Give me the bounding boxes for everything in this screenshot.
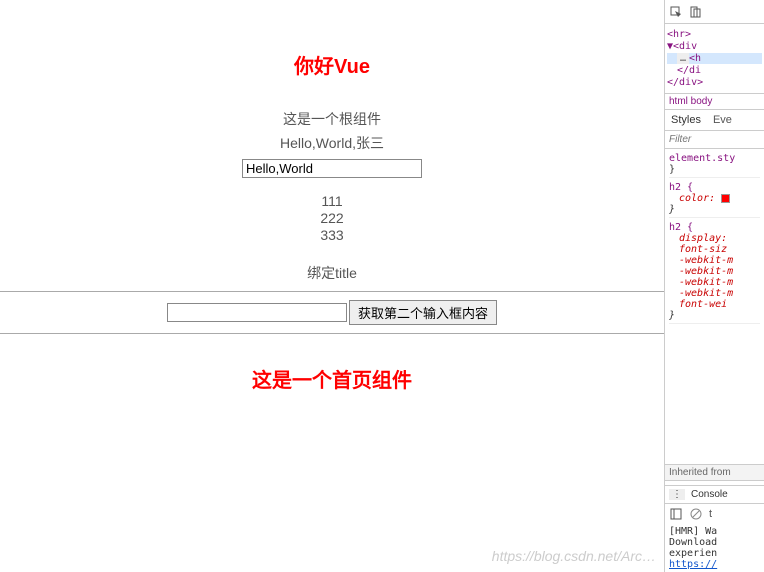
styles-tabs: StylesEve <box>665 109 764 130</box>
console-log: [HMR] WaDownloadexperienhttps:// <box>665 524 764 572</box>
console-drawer-bar[interactable]: ⋮ Console <box>665 485 764 503</box>
main-viewport: 你好Vue 这是一个根组件 Hello,World,张三 111222333 绑… <box>0 0 664 572</box>
elements-tree[interactable]: <hr>▼<div…<h</di</div> <box>665 24 764 93</box>
list-item: 111 <box>0 193 664 209</box>
elements-breadcrumb[interactable]: html body <box>665 93 764 109</box>
first-input[interactable] <box>242 159 422 178</box>
context-label[interactable]: t <box>709 508 712 520</box>
bind-title-text: 绑定title <box>0 263 664 283</box>
device-icon[interactable] <box>689 5 703 19</box>
devtools-toolbar <box>665 0 764 24</box>
get-second-input-button[interactable]: 获取第二个输入框内容 <box>349 300 497 325</box>
console-sidebar-icon[interactable] <box>669 507 683 521</box>
styles-pane[interactable]: element.sty}h2 {color: }h2 {display: fon… <box>665 149 764 464</box>
divider-1 <box>0 291 664 292</box>
second-input-row: 获取第二个输入框内容 <box>0 300 664 325</box>
watermark-text: https://blog.csdn.net/Arc… <box>492 548 656 564</box>
root-component-label: 这是一个根组件 <box>0 109 664 129</box>
styles-tab[interactable]: Styles <box>665 110 707 130</box>
clear-console-icon[interactable] <box>689 507 703 521</box>
home-component-heading: 这是一个首页组件 <box>0 364 664 393</box>
page-heading: 你好Vue <box>0 50 664 79</box>
kebab-icon[interactable]: ⋮ <box>669 489 685 500</box>
second-input[interactable] <box>167 303 347 322</box>
list-item: 222 <box>0 210 664 226</box>
inspect-icon[interactable] <box>669 5 683 19</box>
list-item: 333 <box>0 227 664 243</box>
inherited-from-label: Inherited from <box>665 464 764 481</box>
hello-world-text: Hello,World,张三 <box>0 133 664 153</box>
number-list: 111222333 <box>0 193 664 243</box>
console-tab-label[interactable]: Console <box>691 489 728 500</box>
styles-tab[interactable]: Eve <box>707 110 738 130</box>
devtools-panel: <hr>▼<div…<h</di</div> html body StylesE… <box>664 0 764 572</box>
divider-2 <box>0 333 664 334</box>
console-controls: t <box>665 503 764 524</box>
styles-filter-row <box>665 130 764 149</box>
styles-filter-input[interactable] <box>665 131 764 148</box>
